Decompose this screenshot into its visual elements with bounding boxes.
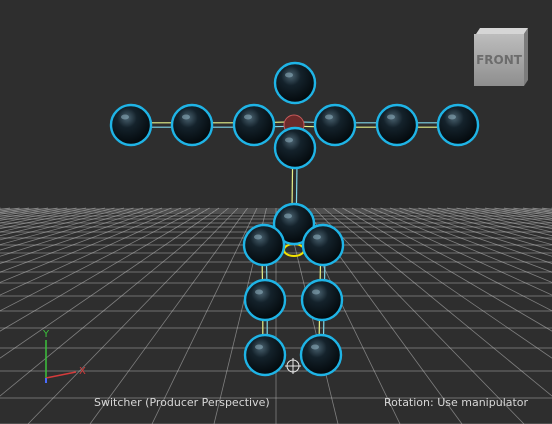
joint-head[interactable] bbox=[273, 61, 317, 105]
grid-line bbox=[0, 207, 49, 217]
grid-line bbox=[323, 207, 552, 397]
x-axis-line bbox=[45, 371, 77, 379]
grid-line bbox=[0, 207, 1, 209]
grid-line bbox=[0, 207, 77, 224]
camera-label: Switcher (Producer Perspective) bbox=[94, 396, 270, 409]
grid-line bbox=[465, 207, 552, 227]
x-axis-label: X bbox=[79, 366, 86, 377]
y-axis-label: Y bbox=[42, 329, 50, 340]
joint-left-ankle[interactable] bbox=[243, 333, 287, 377]
ground-target-marker bbox=[285, 358, 301, 374]
scene-canvas[interactable]: FRONT Y X bbox=[0, 0, 552, 424]
view-cube-front-label: FRONT bbox=[476, 53, 523, 67]
grid-line bbox=[0, 207, 153, 257]
view-cube-top[interactable] bbox=[476, 28, 528, 34]
grid-line bbox=[151, 207, 258, 424]
joint-right-wrist[interactable] bbox=[436, 103, 480, 147]
grid-line bbox=[361, 207, 552, 296]
joint-neck[interactable] bbox=[273, 126, 317, 170]
joint-left-hip[interactable] bbox=[242, 223, 286, 267]
grid-line bbox=[503, 207, 552, 217]
joint-right-elbow[interactable] bbox=[375, 103, 419, 147]
grid-line bbox=[0, 207, 191, 296]
3d-viewport[interactable]: FRONT Y X Switcher (Producer Perspective… bbox=[0, 0, 552, 424]
joint-right-shoulder[interactable] bbox=[313, 103, 357, 147]
status-message: Rotation: Use manipulator bbox=[384, 396, 529, 409]
grid-line bbox=[475, 207, 552, 224]
view-cube[interactable]: FRONT bbox=[474, 28, 528, 86]
joint-left-knee[interactable] bbox=[243, 278, 287, 322]
grid-line bbox=[408, 207, 552, 251]
joint-right-knee[interactable] bbox=[300, 278, 344, 322]
hips-marker bbox=[283, 243, 305, 257]
grid-line bbox=[0, 207, 201, 312]
joint-right-ankle[interactable] bbox=[299, 333, 343, 377]
joint-left-shoulder[interactable] bbox=[232, 103, 276, 147]
grid-line bbox=[351, 207, 552, 312]
grid-line bbox=[0, 207, 144, 251]
grid-line bbox=[0, 207, 229, 397]
grid-line bbox=[399, 207, 552, 257]
grid-line bbox=[313, 207, 525, 424]
grid-line bbox=[27, 207, 239, 424]
joint-left-wrist[interactable] bbox=[109, 103, 153, 147]
grid-line bbox=[0, 207, 87, 227]
joint-right-hip[interactable] bbox=[301, 223, 345, 267]
joint-left-elbow[interactable] bbox=[170, 103, 214, 147]
grid-line bbox=[89, 207, 248, 424]
view-cube-side[interactable] bbox=[524, 28, 528, 86]
